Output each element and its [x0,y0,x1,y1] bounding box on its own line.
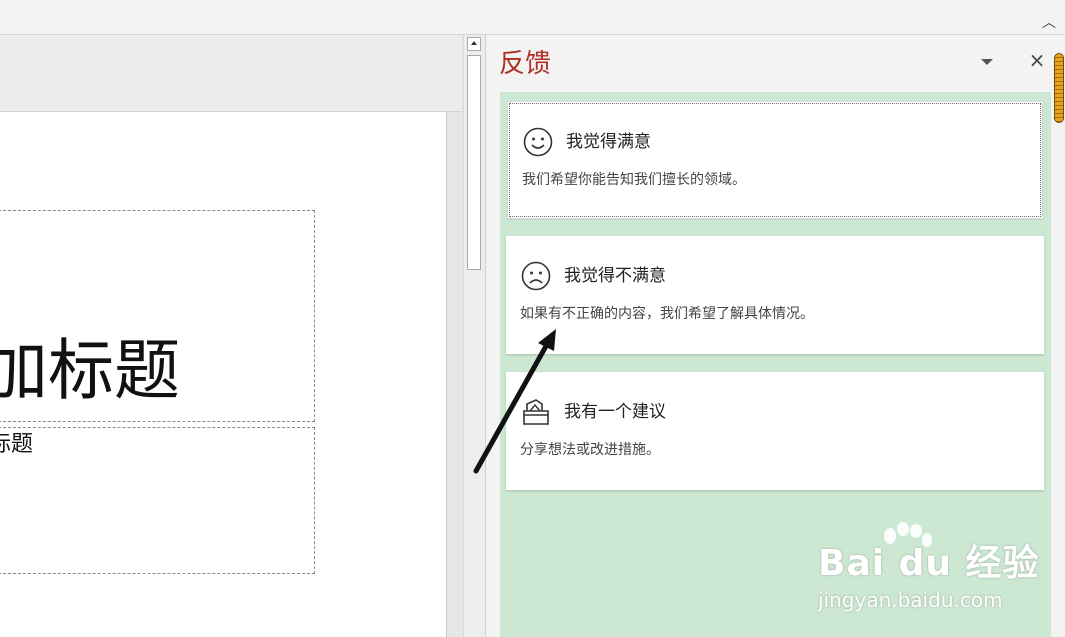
title-placeholder[interactable]: 加标题 [0,210,315,422]
slide-subtitle-text[interactable]: 标题 [0,430,33,460]
option-title: 我觉得不满意 [564,266,666,286]
option-description: 我们希望你能告知我们擅长的领域。 [522,172,746,188]
ribbon-bar: ︿ [0,0,1065,35]
subtitle-placeholder[interactable]: 标题 [0,427,315,574]
slide-canvas[interactable]: 加标题 标题 [0,112,447,637]
pane-scrollbar[interactable] [1054,53,1064,123]
scroll-up-button[interactable] [467,37,481,51]
frown-icon [521,261,551,291]
annotation-arrow [473,329,556,474]
feedback-option-dissatisfied[interactable]: 我觉得不满意 如果有不正确的内容，我们希望了解具体情况。 [506,236,1044,354]
option-title: 我觉得满意 [566,132,651,152]
smile-icon [523,127,553,157]
chevron-up-icon[interactable]: ︿ [1041,16,1057,30]
slide-editor: 加标题 标题 [0,112,462,637]
slide-title-text[interactable]: 加标题 [0,333,180,409]
feedback-option-satisfied[interactable]: 我觉得满意 我们希望你能告知我们擅长的领域。 [507,101,1043,219]
scroll-thumb[interactable] [467,55,481,270]
watermark-url: jingyan.baidu.com [818,588,1003,612]
option-title: 我有一个建议 [564,402,666,422]
watermark-brand: Bai du 经验 [818,543,1040,584]
baidu-watermark: Bai du 经验 jingyan.baidu.com [812,522,1039,618]
editor-toolstrip [0,35,462,112]
feedback-option-suggestion[interactable]: 我有一个建议 分享想法或改进措施。 [506,372,1044,490]
close-icon[interactable]: × [1028,49,1046,71]
option-description: 如果有不正确的内容，我们希望了解具体情况。 [520,306,814,322]
pane-title: 反馈 [499,49,552,79]
caret-down-icon[interactable] [980,57,994,67]
